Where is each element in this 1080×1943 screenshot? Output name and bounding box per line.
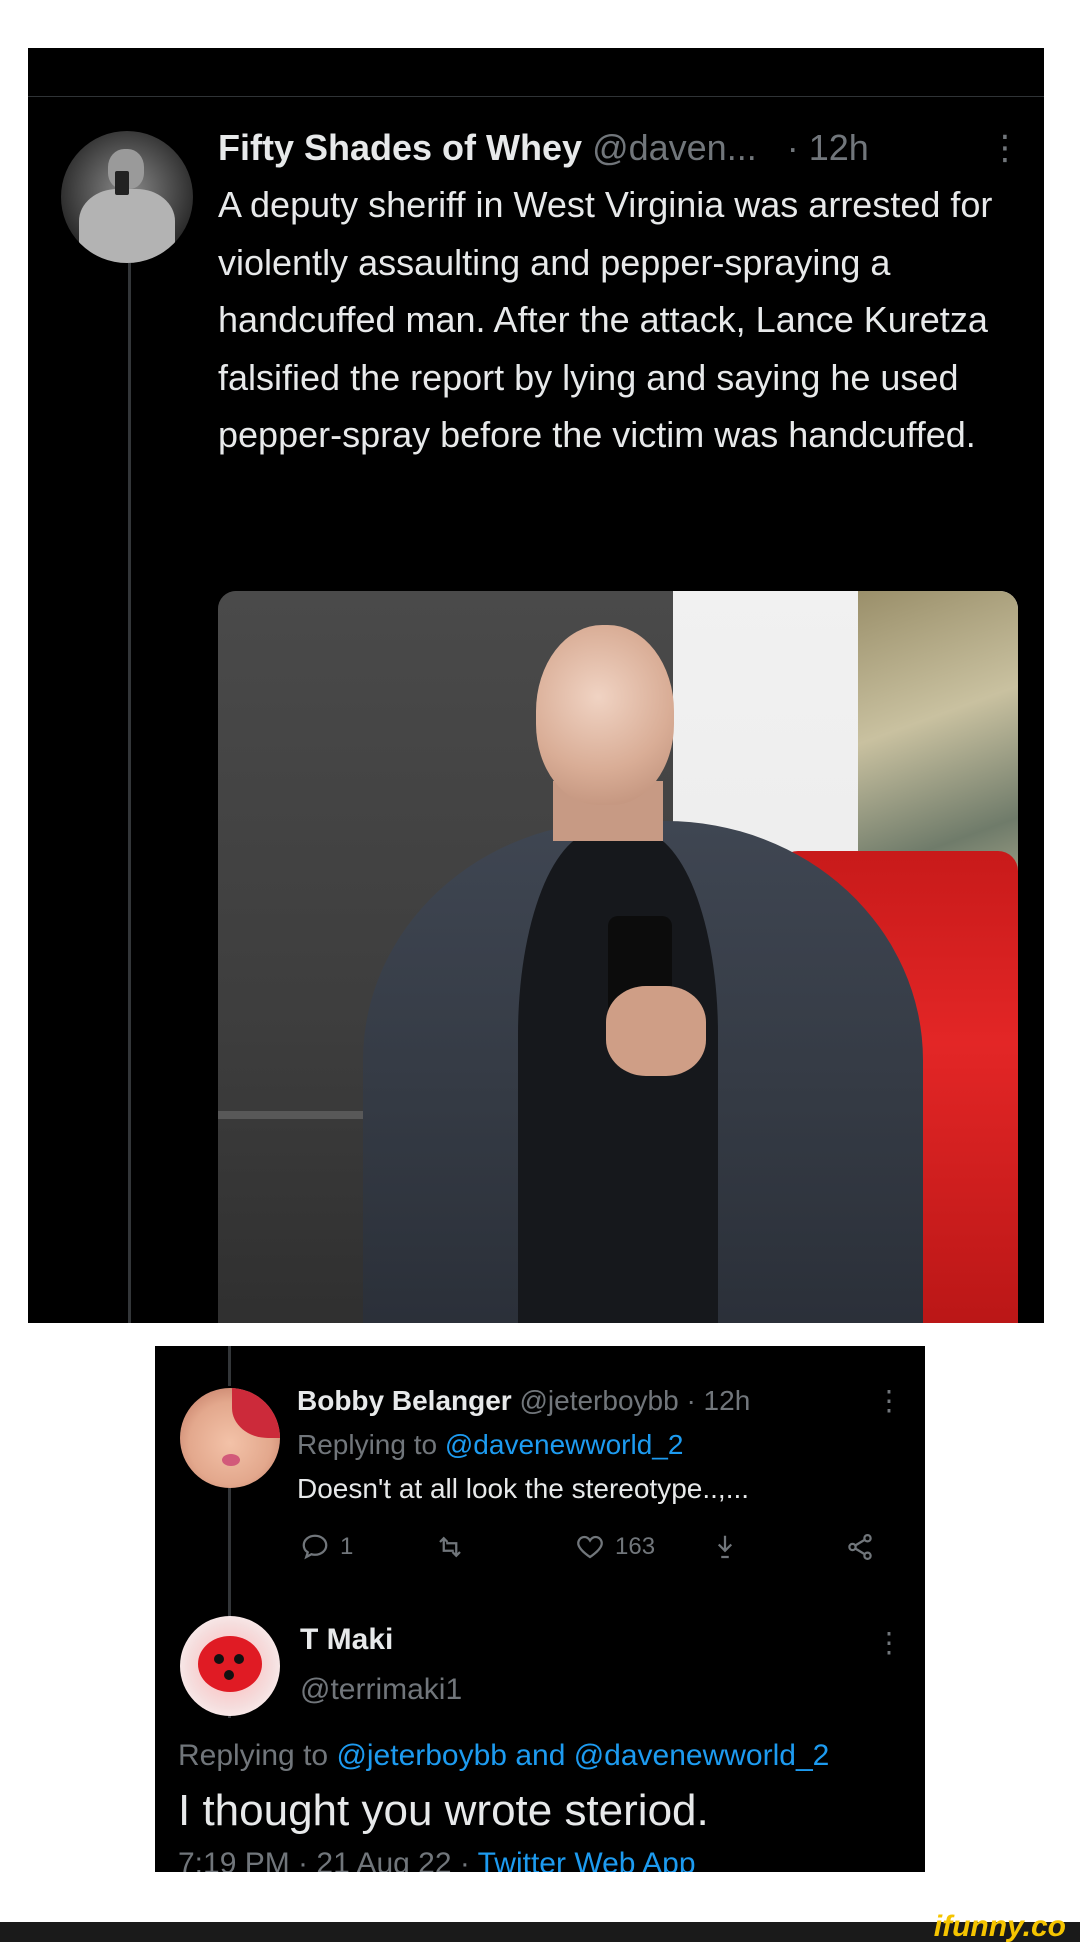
heart-icon [577, 1535, 603, 1559]
comment-icon [302, 1534, 328, 1560]
replying-to-label: Replying to [297, 1429, 438, 1460]
reply-count: 1 [340, 1533, 354, 1560]
thread-line [128, 262, 131, 1323]
share-button[interactable] [845, 1530, 875, 1564]
timestamp[interactable]: 7:19 PM · 21 Aug 22 · [178, 1847, 470, 1872]
more-vertical-icon[interactable]: ⋮ [875, 1626, 903, 1660]
footer-bar [0, 1922, 1080, 1942]
replying-to-link[interactable]: @davenewworld_2 [445, 1429, 684, 1460]
author-handle[interactable]: @jeterboybb [519, 1385, 678, 1416]
author-handle[interactable]: @terrimaki1 [300, 1672, 462, 1708]
author-name[interactable]: Fifty Shades of Whey [218, 127, 582, 168]
retweet-button[interactable] [435, 1530, 465, 1564]
download-button[interactable] [710, 1530, 740, 1564]
main-tweet-panel: Fifty Shades of Whey @daven... · 12h ⋮ A… [28, 48, 1044, 1323]
reply-button[interactable]: 1 [300, 1530, 353, 1564]
author-name[interactable]: T Maki [300, 1622, 393, 1658]
avatar[interactable] [61, 131, 193, 263]
tweet-timestamp: 7:19 PM · 21 Aug 22 · Twitter Web App [178, 1846, 696, 1872]
reply-text: I thought you wrote steriod. [178, 1786, 709, 1835]
reply-text: Doesn't at all look the stereotype..,... [297, 1473, 750, 1504]
tweet-time[interactable]: · 12h [787, 127, 869, 168]
avatar[interactable] [180, 1388, 280, 1488]
replying-to: Replying to @davenewworld_2 [297, 1428, 683, 1462]
watermark-logo: ifunny.co [933, 1910, 1066, 1943]
retweet-icon [439, 1536, 461, 1558]
avatar[interactable] [180, 1616, 280, 1716]
replies-panel: Bobby Belanger @jeterboybb · 12h ⋮ Reply… [155, 1346, 925, 1872]
header-divider [28, 96, 1044, 97]
share-icon [848, 1534, 872, 1560]
replying-to: Replying to @jeterboybb and @davenewworl… [178, 1738, 829, 1774]
thread-line [228, 1346, 231, 1386]
tweet-photo[interactable] [218, 591, 1018, 1323]
more-vertical-icon[interactable]: ⋮ [988, 128, 1022, 168]
tweet-header: Fifty Shades of Whey @daven... · 12h [218, 126, 1038, 170]
reply-header: Bobby Belanger @jeterboybb · 12h [297, 1384, 857, 1418]
source-link[interactable]: Twitter Web App [478, 1847, 696, 1872]
like-count: 163 [615, 1533, 656, 1560]
author-name[interactable]: Bobby Belanger [297, 1385, 512, 1416]
replying-to-link[interactable]: @jeterboybb and @davenewworld_2 [336, 1739, 829, 1772]
like-button[interactable]: 163 [575, 1530, 655, 1564]
reply-time[interactable]: · 12h [686, 1385, 750, 1416]
more-vertical-icon[interactable]: ⋮ [875, 1384, 903, 1418]
download-icon [717, 1535, 733, 1559]
author-handle[interactable]: @daven... [592, 127, 757, 168]
tweet-text: A deputy sheriff in West Virginia was ar… [218, 184, 993, 455]
replying-to-label: Replying to [178, 1739, 329, 1772]
